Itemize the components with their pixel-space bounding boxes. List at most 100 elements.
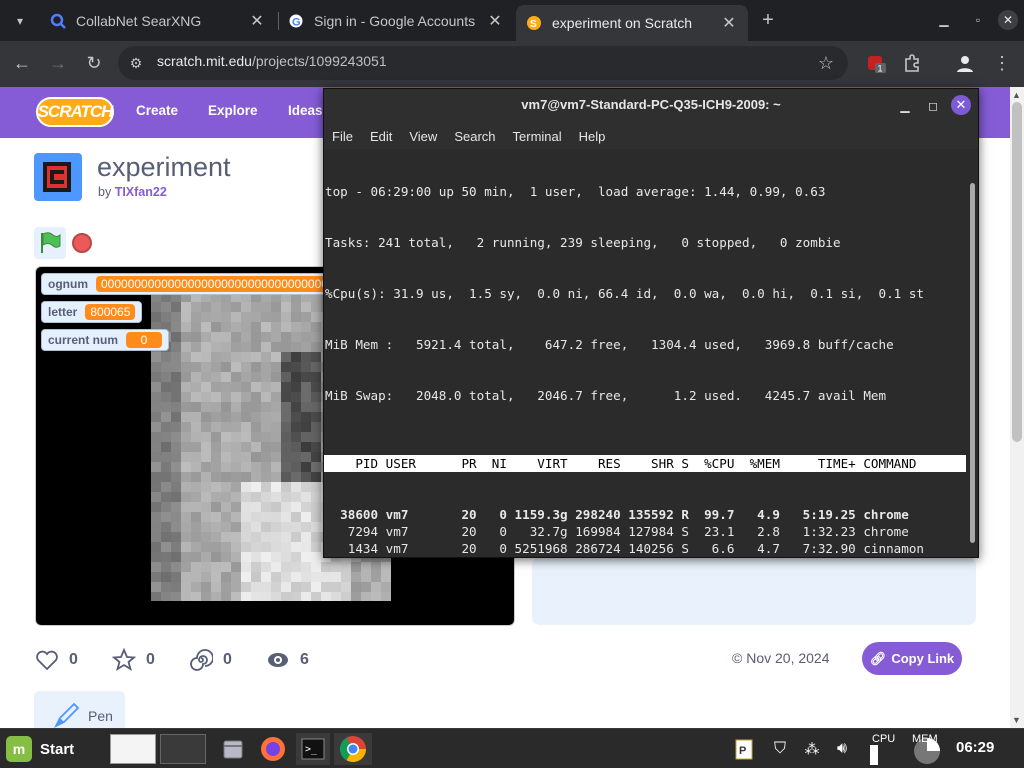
- extensions-puzzle-icon[interactable]: [898, 49, 926, 77]
- project-notes-panel: [532, 557, 976, 625]
- shield-icon[interactable]: ⛉: [768, 733, 792, 765]
- terminal-scrollbar[interactable]: [968, 183, 976, 543]
- terminal-window[interactable]: vm7@vm7-Standard-PC-Q35-ICH9-2009: ~ ▁ ◻…: [323, 88, 979, 558]
- variable-monitor-letter[interactable]: letter 800065: [41, 301, 143, 323]
- terminal-scrollbar-thumb[interactable]: [970, 183, 975, 543]
- menu-search[interactable]: Search: [454, 129, 495, 144]
- tab-search-chevron-icon[interactable]: ▾: [6, 7, 34, 35]
- volume-icon[interactable]: 🔊︎: [830, 733, 854, 765]
- cpu-label: CPU: [872, 733, 896, 745]
- menu-view[interactable]: View: [409, 129, 437, 144]
- pen-label: Pen: [88, 708, 113, 724]
- tab-google-signin[interactable]: G Sign in - Google Accounts ✕: [278, 5, 514, 37]
- variable-monitor-current-num[interactable]: current num 0: [41, 329, 170, 351]
- network-icon[interactable]: ⁂: [800, 733, 824, 765]
- maximize-window-icon[interactable]: ▫: [968, 10, 988, 30]
- tab-title: Sign in - Google Accounts: [314, 13, 476, 29]
- extension-icon[interactable]: 1: [862, 49, 890, 77]
- by-label: by: [98, 185, 112, 199]
- url-text[interactable]: scratch.mit.edu/projects/1099243051: [157, 53, 387, 69]
- scratch-logo[interactable]: SCRATCH: [36, 97, 114, 127]
- monitor-label: ognum: [48, 277, 88, 291]
- url-host: scratch.mit.edu: [157, 53, 252, 69]
- pen-icon: [52, 700, 82, 729]
- star-icon: [112, 648, 136, 672]
- close-tab-icon[interactable]: ✕: [720, 13, 738, 33]
- cpu-monitor-applet[interactable]: CPU: [862, 733, 904, 765]
- terminal-minimize-icon[interactable]: ▁: [896, 97, 914, 115]
- top-summary-line: MiB Mem : 5921.4 total, 647.2 free, 1304…: [325, 337, 894, 352]
- reload-icon[interactable]: ↻: [80, 49, 108, 77]
- mint-logo-icon: m: [6, 736, 32, 762]
- share-date: © Nov 20, 2024: [732, 650, 830, 666]
- nav-create[interactable]: Create: [136, 103, 178, 118]
- mem-label: MEM: [912, 733, 938, 745]
- scroll-up-arrow-icon[interactable]: ▲: [1012, 90, 1021, 100]
- menu-edit[interactable]: Edit: [370, 129, 392, 144]
- workspace-2[interactable]: [160, 734, 206, 764]
- terminal-title: vm7@vm7-Standard-PC-Q35-ICH9-2009: ~: [324, 89, 978, 123]
- close-tab-icon[interactable]: ✕: [248, 11, 266, 31]
- monitor-label: letter: [48, 305, 78, 319]
- firefox-icon[interactable]: [256, 733, 290, 765]
- clock[interactable]: 06:29: [956, 739, 994, 756]
- love-stat[interactable]: 0: [35, 648, 78, 672]
- site-info-icon[interactable]: ⚙: [122, 49, 150, 77]
- process-table: 38600 vm7 20 0 1159.3g 298240 135592 R 9…: [324, 506, 966, 557]
- mem-monitor-applet[interactable]: MEM: [906, 733, 948, 765]
- tab-searxng[interactable]: CollabNet SearXNG ✕: [40, 5, 276, 37]
- process-row: 38600 vm7 20 0 1159.3g 298240 135592 R 9…: [325, 507, 909, 522]
- terminal-output[interactable]: top - 06:29:00 up 50 min, 1 user, load a…: [324, 149, 966, 557]
- svg-text:>_: >_: [305, 744, 318, 755]
- svg-text:S: S: [530, 19, 537, 30]
- start-label: Start: [40, 740, 75, 758]
- profile-avatar-icon[interactable]: [951, 49, 979, 77]
- chrome-app-icon[interactable]: [334, 733, 372, 765]
- green-flag-button[interactable]: [34, 227, 66, 259]
- project-byline: by TIXfan22: [98, 185, 167, 199]
- project-title[interactable]: experiment: [97, 152, 231, 183]
- minimize-window-icon[interactable]: ▁: [934, 10, 954, 30]
- page-scrollbar-thumb[interactable]: [1012, 102, 1022, 442]
- terminal-close-icon[interactable]: ✕: [951, 95, 971, 115]
- bookmark-star-icon[interactable]: ☆: [812, 49, 840, 77]
- close-tab-icon[interactable]: ✕: [486, 11, 504, 31]
- remix-stat[interactable]: 0: [189, 648, 232, 672]
- top-summary-line: MiB Swap: 2048.0 total, 2046.7 free, 1.2…: [325, 388, 887, 403]
- tab-title: CollabNet SearXNG: [76, 13, 202, 29]
- favorite-stat[interactable]: 0: [112, 648, 155, 672]
- variable-monitor-ognum[interactable]: ognum 0000000000000000000000000000000000: [41, 273, 341, 295]
- clipboard-tray-icon[interactable]: P: [732, 733, 756, 765]
- file-manager-icon[interactable]: [218, 733, 248, 765]
- share-date-text: Nov 20, 2024: [746, 650, 830, 666]
- stop-button[interactable]: [72, 233, 92, 253]
- menu-file[interactable]: File: [332, 129, 353, 144]
- terminal-app-icon[interactable]: >_: [296, 733, 330, 765]
- back-arrow-icon[interactable]: ←: [8, 49, 36, 77]
- new-tab-button[interactable]: +: [756, 8, 780, 32]
- menu-help[interactable]: Help: [579, 129, 606, 144]
- desktop-taskbar: m Start >_ P ⛉ ⁂ 🔊︎ CPU MEM 06:29: [0, 728, 1024, 768]
- nav-explore[interactable]: Explore: [208, 103, 258, 118]
- menu-terminal[interactable]: Terminal: [513, 129, 562, 144]
- author-link[interactable]: TIXfan22: [115, 185, 167, 199]
- tab-scratch-experiment[interactable]: S experiment on Scratch ✕: [516, 5, 748, 41]
- copy-link-button[interactable]: 🔗︎ Copy Link: [862, 642, 962, 675]
- kebab-menu-icon[interactable]: ⋮: [988, 49, 1016, 77]
- nav-ideas[interactable]: Ideas: [288, 103, 323, 118]
- top-summary-line: top - 06:29:00 up 50 min, 1 user, load a…: [325, 184, 826, 199]
- scroll-down-arrow-icon[interactable]: ▼: [1012, 715, 1021, 725]
- monitor-value: 0: [126, 332, 163, 348]
- workspace-1[interactable]: [110, 734, 156, 764]
- pen-extension-chip[interactable]: Pen: [34, 691, 125, 728]
- monitor-value: 800065: [85, 304, 136, 320]
- forward-arrow-icon[interactable]: →: [44, 49, 72, 77]
- close-window-icon[interactable]: ✕: [998, 10, 1018, 30]
- process-row: 7294 vm7 20 0 32.7g 169984 127984 S 23.1…: [325, 524, 909, 539]
- scratch-cat-icon: S: [526, 15, 542, 31]
- start-menu-button[interactable]: m Start: [6, 733, 74, 765]
- terminal-maximize-icon[interactable]: ◻: [924, 97, 942, 115]
- process-table-header: PID USER PR NI VIRT RES SHR S %CPU %MEM …: [324, 455, 966, 472]
- green-flag-icon: [41, 232, 61, 253]
- svg-text:G: G: [292, 17, 301, 29]
